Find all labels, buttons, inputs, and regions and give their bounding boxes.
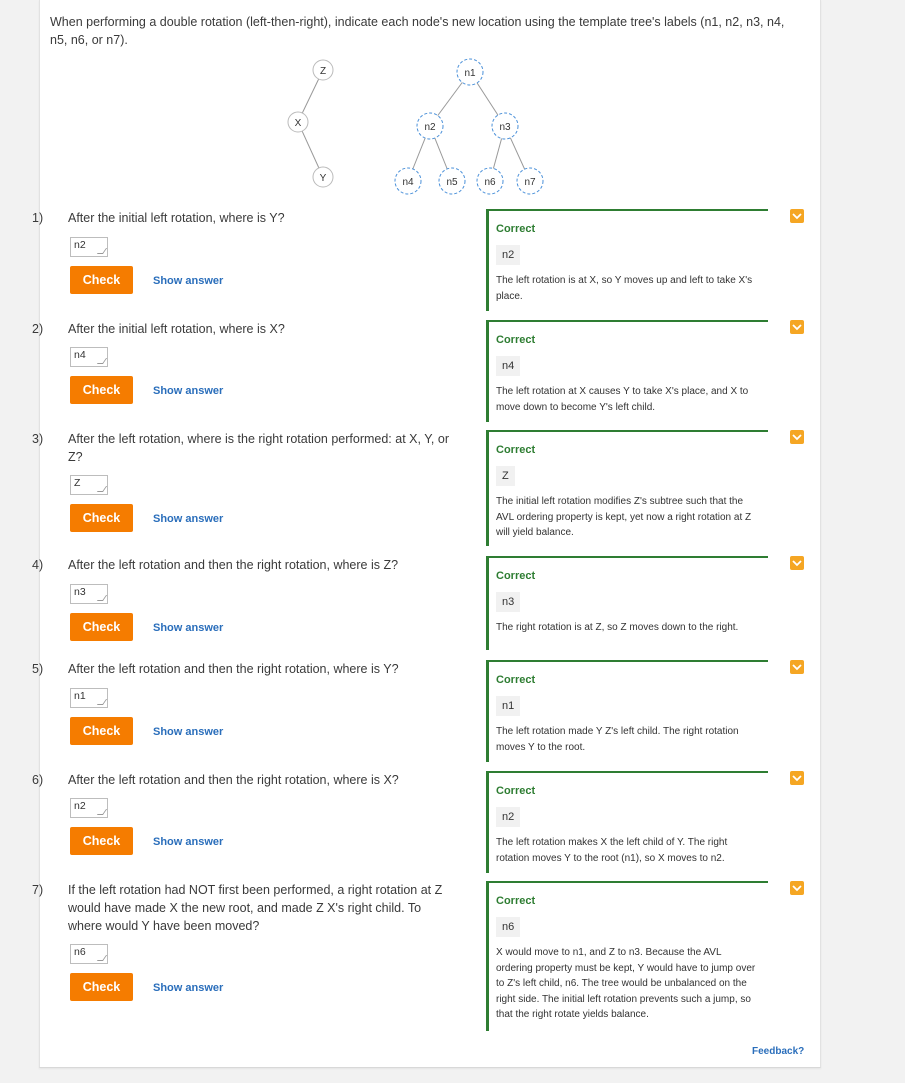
question-number: 3) <box>32 432 44 446</box>
check-button[interactable]: Check <box>70 973 133 1001</box>
node-x: X <box>295 118 302 129</box>
question-4: 4) After the left rotation and then the r… <box>32 556 450 574</box>
check-button[interactable]: Check <box>70 827 133 855</box>
question-text: After the initial left rotation, where i… <box>68 211 285 225</box>
question-text: After the left rotation, where is the ri… <box>68 432 449 464</box>
status-correct: Correct <box>496 223 536 235</box>
question-7: 7) If the left rotation had NOT first bee… <box>32 881 450 935</box>
chevron-down-icon[interactable] <box>790 430 804 444</box>
chevron-down-icon[interactable] <box>790 556 804 570</box>
answer-input[interactable]: n2 <box>70 798 108 818</box>
chevron-down-icon[interactable] <box>790 771 804 785</box>
correct-answer: n4 <box>496 356 521 376</box>
chevron-down-icon[interactable] <box>790 209 804 223</box>
question-3: 3) After the left rotation, where is the … <box>32 430 450 466</box>
resize-handle-icon[interactable] <box>96 248 108 254</box>
status-correct: Correct <box>496 895 536 907</box>
node-z: Z <box>320 66 326 77</box>
correct-answer: Z <box>496 466 515 486</box>
explanation: The right rotation is at Z, so Z moves d… <box>496 622 739 633</box>
feedback-panel: Correct n2 The left rotation is at X, so… <box>486 209 768 311</box>
node-y: Y <box>320 173 327 184</box>
correct-answer: n6 <box>496 917 521 937</box>
show-answer-link[interactable]: Show answer <box>153 512 223 526</box>
feedback-panel: Correct n2 The left rotation makes X the… <box>486 771 768 873</box>
show-answer-link[interactable]: Show answer <box>153 274 223 288</box>
answer-input[interactable]: n6 <box>70 944 108 964</box>
question-number: 4) <box>32 558 44 572</box>
tree-diagrams: Z X Y n1 n2 n3 n4 n5 n6 n7 <box>287 58 544 195</box>
show-answer-link[interactable]: Show answer <box>153 725 223 739</box>
question-5: 5) After the left rotation and then the r… <box>32 660 450 678</box>
explanation: The left rotation at X causes Y to take … <box>496 386 749 413</box>
check-button[interactable]: Check <box>70 504 133 532</box>
feedback-panel: Correct n4 The left rotation at X causes… <box>486 320 768 422</box>
resize-handle-icon[interactable] <box>96 358 108 364</box>
explanation: The left rotation is at X, so Y moves up… <box>496 275 753 302</box>
answer-input[interactable]: n4 <box>70 347 108 367</box>
resize-handle-icon[interactable] <box>96 955 108 961</box>
question-number: 6) <box>32 773 44 787</box>
question-text: If the left rotation had NOT first been … <box>68 883 443 933</box>
explanation: The left rotation makes X the left child… <box>496 837 728 864</box>
show-answer-link[interactable]: Show answer <box>153 835 223 849</box>
correct-answer: n1 <box>496 696 521 716</box>
question-number: 5) <box>32 662 44 676</box>
question-number: 1) <box>32 211 44 225</box>
feedback-panel: Correct n6 X would move to n1, and Z to … <box>486 881 768 1031</box>
template-tree: n1 n2 n3 n4 n5 n6 n7 <box>394 58 544 195</box>
answer-input[interactable]: n2 <box>70 237 108 257</box>
question-6: 6) After the left rotation and then the r… <box>32 771 450 789</box>
chevron-down-icon[interactable] <box>790 660 804 674</box>
correct-answer: n2 <box>496 245 521 265</box>
status-correct: Correct <box>496 785 536 797</box>
node-n6: n6 <box>484 177 496 188</box>
question-number: 7) <box>32 883 44 897</box>
question-text: After the left rotation and then the rig… <box>68 662 399 676</box>
check-button[interactable]: Check <box>70 376 133 404</box>
feedback-panel: Correct Z The initial left rotation modi… <box>486 430 768 546</box>
show-answer-link[interactable]: Show answer <box>153 981 223 995</box>
question-number: 2) <box>32 322 44 336</box>
show-answer-link[interactable]: Show answer <box>153 384 223 398</box>
show-answer-link[interactable]: Show answer <box>153 621 223 635</box>
check-button[interactable]: Check <box>70 266 133 294</box>
chevron-down-icon[interactable] <box>790 881 804 895</box>
question-text: After the left rotation and then the rig… <box>68 558 399 572</box>
chevron-down-icon[interactable] <box>790 320 804 334</box>
node-n1: n1 <box>464 68 476 79</box>
check-button[interactable]: Check <box>70 717 133 745</box>
node-n7: n7 <box>524 177 536 188</box>
explanation: The left rotation made Y Z's left child.… <box>496 726 739 753</box>
question-text: After the initial left rotation, where i… <box>68 322 285 336</box>
correct-answer: n2 <box>496 807 521 827</box>
status-correct: Correct <box>496 444 536 456</box>
node-n3: n3 <box>499 122 511 133</box>
node-n5: n5 <box>446 177 458 188</box>
question-1: 1) After the initial left rotation, where… <box>32 209 450 227</box>
resize-handle-icon[interactable] <box>96 595 108 601</box>
question-card: When performing a double rotation (left-… <box>32 0 821 1068</box>
node-n2: n2 <box>424 122 436 133</box>
status-correct: Correct <box>496 570 536 582</box>
check-button[interactable]: Check <box>70 613 133 641</box>
explanation: The initial left rotation modifies Z's s… <box>496 496 752 538</box>
question-text: After the left rotation and then the rig… <box>68 773 399 787</box>
question-2: 2) After the initial left rotation, where… <box>32 320 450 338</box>
feedback-panel: Correct n1 The left rotation made Y Z's … <box>486 660 768 762</box>
node-n4: n4 <box>402 177 414 188</box>
explanation: X would move to n1, and Z to n3. Because… <box>496 947 756 1020</box>
correct-answer: n3 <box>496 592 521 612</box>
resize-handle-icon[interactable] <box>96 809 108 815</box>
answer-input[interactable]: n1 <box>70 688 108 708</box>
status-correct: Correct <box>496 334 536 346</box>
resize-handle-icon[interactable] <box>96 699 108 705</box>
answer-input[interactable]: n3 <box>70 584 108 604</box>
resize-handle-icon[interactable] <box>96 486 108 492</box>
answer-input[interactable]: Z <box>70 475 108 495</box>
feedback-panel: Correct n3 The right rotation is at Z, s… <box>486 556 768 650</box>
status-correct: Correct <box>496 674 536 686</box>
feedback-link[interactable]: Feedback? <box>752 1046 804 1057</box>
left-tree: Z X Y <box>287 59 334 188</box>
